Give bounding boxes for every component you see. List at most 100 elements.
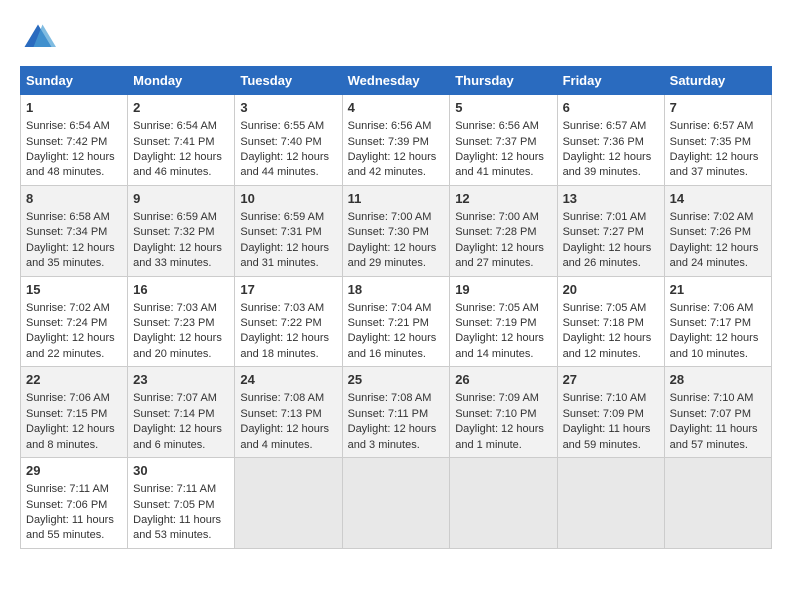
day-number: 17 (240, 281, 336, 299)
sunset: Sunset: 7:11 PM (348, 408, 429, 420)
daylight-label: Daylight: 12 hours and 20 minutes. (133, 332, 222, 359)
sunrise: Sunrise: 7:09 AM (455, 392, 539, 404)
sunrise: Sunrise: 7:08 AM (348, 392, 432, 404)
sunrise: Sunrise: 7:00 AM (348, 211, 432, 223)
sunrise: Sunrise: 6:55 AM (240, 120, 324, 132)
calendar-cell: 17 Sunrise: 7:03 AM Sunset: 7:22 PM Dayligh… (235, 276, 342, 367)
sunrise: Sunrise: 7:02 AM (26, 302, 110, 314)
sunset: Sunset: 7:22 PM (240, 317, 321, 329)
sunset: Sunset: 7:23 PM (133, 317, 214, 329)
calendar-cell: 16 Sunrise: 7:03 AM Sunset: 7:23 PM Dayligh… (128, 276, 235, 367)
sunset: Sunset: 7:06 PM (26, 499, 107, 511)
weekday-header: Thursday (450, 67, 557, 95)
day-number: 7 (670, 99, 766, 117)
calendar-cell: 3Sunrise: 6:55 AMSunset: 7:40 PMDaylight… (235, 95, 342, 186)
calendar-cell: 15Sunrise: 7:02 AMSunset: 7:24 PMDayligh… (21, 276, 128, 367)
daylight-label: Daylight: 11 hours and 53 minutes. (133, 514, 221, 541)
sunrise: Sunrise: 7:11 AM (133, 483, 216, 495)
sunrise: Sunrise: 7:10 AM (670, 392, 754, 404)
calendar-cell: 8Sunrise: 6:58 AMSunset: 7:34 PMDaylight… (21, 185, 128, 276)
calendar-cell: 14Sunrise: 7:02 AMSunset: 7:26 PMDayligh… (664, 185, 771, 276)
sunset: Sunset: 7:13 PM (240, 408, 321, 420)
day-number: 6 (563, 99, 659, 117)
calendar-cell: 11 Sunrise: 7:00 AM Sunset: 7:30 PM Dayligh… (342, 185, 450, 276)
calendar-cell (664, 458, 771, 549)
daylight-label: Daylight: 12 hours and 46 minutes. (133, 151, 222, 178)
sunset: Sunset: 7:37 PM (455, 136, 536, 148)
sunrise: Sunrise: 7:02 AM (670, 211, 754, 223)
sunrise: Sunrise: 7:05 AM (455, 302, 539, 314)
sunset: Sunset: 7:18 PM (563, 317, 644, 329)
day-number: 13 (563, 190, 659, 208)
calendar-cell (235, 458, 342, 549)
calendar-cell (557, 458, 664, 549)
daylight-label: Daylight: 11 hours and 59 minutes. (563, 423, 651, 450)
calendar-cell: 7 Sunrise: 6:57 AM Sunset: 7:35 PM Daylight… (664, 95, 771, 186)
day-number: 2 (133, 99, 229, 117)
day-number: 16 (133, 281, 229, 299)
sunset: Sunset: 7:42 PM (26, 136, 107, 148)
day-number: 27 (563, 371, 659, 389)
daylight-label: Daylight: 12 hours and 1 minute. (455, 423, 544, 450)
calendar-cell (450, 458, 557, 549)
calendar-cell: 27Sunrise: 7:10 AMSunset: 7:09 PMDayligh… (557, 367, 664, 458)
sunrise: Sunrise: 7:00 AM (455, 211, 539, 223)
calendar-cell: 29Sunrise: 7:11 AMSunset: 7:06 PMDayligh… (21, 458, 128, 549)
day-number: 8 (26, 190, 122, 208)
sunrise: Sunrise: 6:54 AM (133, 120, 217, 132)
sunrise: Sunrise: 6:54 AM (26, 120, 110, 132)
calendar-cell: 28Sunrise: 7:10 AMSunset: 7:07 PMDayligh… (664, 367, 771, 458)
daylight-label: Daylight: 12 hours and 26 minutes. (563, 242, 652, 269)
day-number: 25 (348, 371, 445, 389)
weekday-header: Saturday (664, 67, 771, 95)
weekday-header: Friday (557, 67, 664, 95)
daylight-label: Daylight: 11 hours and 57 minutes. (670, 423, 758, 450)
sunset: Sunset: 7:35 PM (670, 136, 751, 148)
day-number: 28 (670, 371, 766, 389)
logo (20, 20, 60, 56)
sunrise: Sunrise: 6:56 AM (348, 120, 432, 132)
logo-icon (20, 20, 56, 56)
calendar-table: SundayMondayTuesdayWednesdayThursdayFrid… (20, 66, 772, 549)
sunrise: Sunrise: 7:03 AM (240, 302, 324, 314)
day-number: 12 (455, 190, 551, 208)
sunset: Sunset: 7:26 PM (670, 226, 751, 238)
sunset: Sunset: 7:31 PM (240, 226, 321, 238)
sunset: Sunset: 7:34 PM (26, 226, 107, 238)
sunset: Sunset: 7:30 PM (348, 226, 429, 238)
sunset: Sunset: 7:24 PM (26, 317, 107, 329)
daylight-label: Daylight: 12 hours and 3 minutes. (348, 423, 437, 450)
calendar-cell: 10Sunrise: 6:59 AMSunset: 7:31 PMDayligh… (235, 185, 342, 276)
day-number: 23 (133, 371, 229, 389)
calendar-cell: 24Sunrise: 7:08 AMSunset: 7:13 PMDayligh… (235, 367, 342, 458)
sunrise: Sunrise: 6:59 AM (240, 211, 324, 223)
calendar-cell (342, 458, 450, 549)
day-number: 4 (348, 99, 445, 117)
sunrise: Sunrise: 6:57 AM (670, 120, 754, 132)
daylight-label: Daylight: 12 hours and 41 minutes. (455, 151, 544, 178)
calendar-cell: 19Sunrise: 7:05 AMSunset: 7:19 PMDayligh… (450, 276, 557, 367)
sunset: Sunset: 7:32 PM (133, 226, 214, 238)
day-number: 11 (348, 190, 445, 208)
sunrise: Sunrise: 6:59 AM (133, 211, 217, 223)
daylight-label: Daylight: 12 hours and 48 minutes. (26, 151, 115, 178)
sunrise: Sunrise: 7:04 AM (348, 302, 432, 314)
daylight-label: Daylight: 12 hours and 22 minutes. (26, 332, 115, 359)
page-header (20, 20, 772, 56)
daylight-label: Daylight: 12 hours and 35 minutes. (26, 242, 115, 269)
daylight-label: Daylight: 12 hours and 6 minutes. (133, 423, 222, 450)
daylight-label: Daylight: 12 hours and 37 minutes. (670, 151, 759, 178)
sunset: Sunset: 7:05 PM (133, 499, 214, 511)
sunset: Sunset: 7:10 PM (455, 408, 536, 420)
day-number: 18 (348, 281, 445, 299)
daylight-label: Daylight: 12 hours and 18 minutes. (240, 332, 329, 359)
sunrise: Sunrise: 7:06 AM (670, 302, 754, 314)
calendar-cell: 4Sunrise: 6:56 AMSunset: 7:39 PMDaylight… (342, 95, 450, 186)
calendar-cell: 2Sunrise: 6:54 AMSunset: 7:41 PMDaylight… (128, 95, 235, 186)
day-number: 26 (455, 371, 551, 389)
sunrise: Sunrise: 7:03 AM (133, 302, 217, 314)
calendar-cell: 25 Sunrise: 7:08 AM Sunset: 7:11 PM Dayligh… (342, 367, 450, 458)
sunset: Sunset: 7:36 PM (563, 136, 644, 148)
daylight-label: Daylight: 12 hours and 29 minutes. (348, 242, 437, 269)
daylight-label: Daylight: 12 hours and 44 minutes. (240, 151, 329, 178)
